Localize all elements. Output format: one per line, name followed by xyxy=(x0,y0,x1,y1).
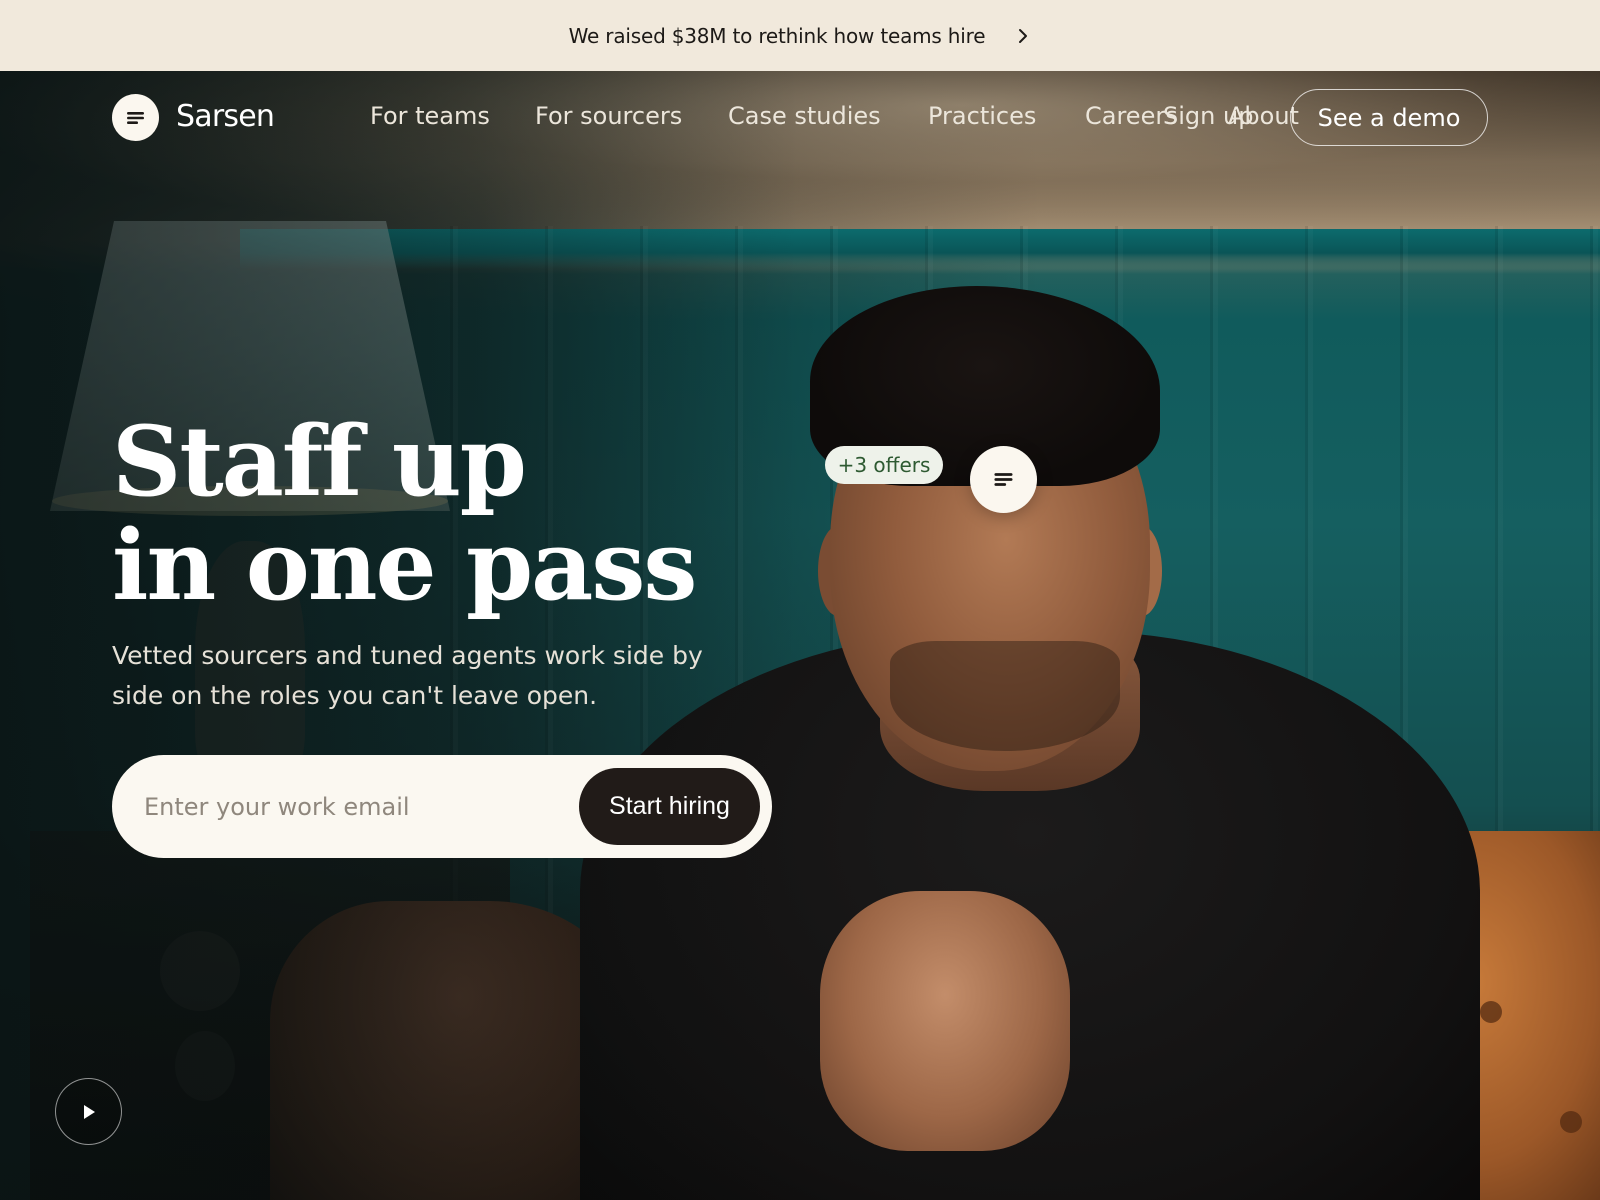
chevron-right-icon[interactable] xyxy=(1015,28,1031,44)
nav-link-for-teams[interactable]: For teams xyxy=(370,102,490,130)
sofa-button xyxy=(1560,1111,1582,1133)
offers-badge: +3 offers xyxy=(825,446,943,484)
main-nav: Sarsen For teams For sourcers Case studi… xyxy=(0,71,1600,167)
nav-link-about[interactable]: About xyxy=(1228,102,1299,130)
brand-name[interactable]: Sarsen xyxy=(176,99,275,134)
hero-subhead: Vetted sourcers and tuned agents work si… xyxy=(112,641,703,710)
email-signup-form: Start hiring xyxy=(112,755,772,858)
nav-link-case-studies[interactable]: Case studies xyxy=(728,102,881,130)
start-hiring-button[interactable]: Start hiring xyxy=(579,768,760,845)
hero-headline: Staff up in one pass xyxy=(112,405,697,622)
person-hands xyxy=(820,891,1070,1151)
play-video-button[interactable] xyxy=(55,1078,122,1145)
email-field[interactable] xyxy=(144,779,544,834)
nav-link-for-sourcers[interactable]: For sourcers xyxy=(535,102,682,130)
person-beard xyxy=(890,641,1120,751)
floating-logo-icon xyxy=(970,446,1037,513)
sofa-button xyxy=(1480,1001,1502,1023)
lines-icon xyxy=(126,111,144,124)
lines-icon xyxy=(993,473,1012,486)
announcement-text[interactable]: We raised $38M to rethink how teams hire xyxy=(569,24,986,48)
headline-line-1: Staff up xyxy=(112,405,527,518)
see-demo-button[interactable]: See a demo xyxy=(1290,89,1488,146)
headline-line-2: in one pass xyxy=(112,509,697,622)
announcement-bar[interactable]: We raised $38M to rethink how teams hire xyxy=(0,0,1600,71)
nav-link-practices[interactable]: Practices xyxy=(928,102,1036,130)
logo-icon[interactable] xyxy=(112,94,159,141)
play-icon xyxy=(83,1104,95,1119)
